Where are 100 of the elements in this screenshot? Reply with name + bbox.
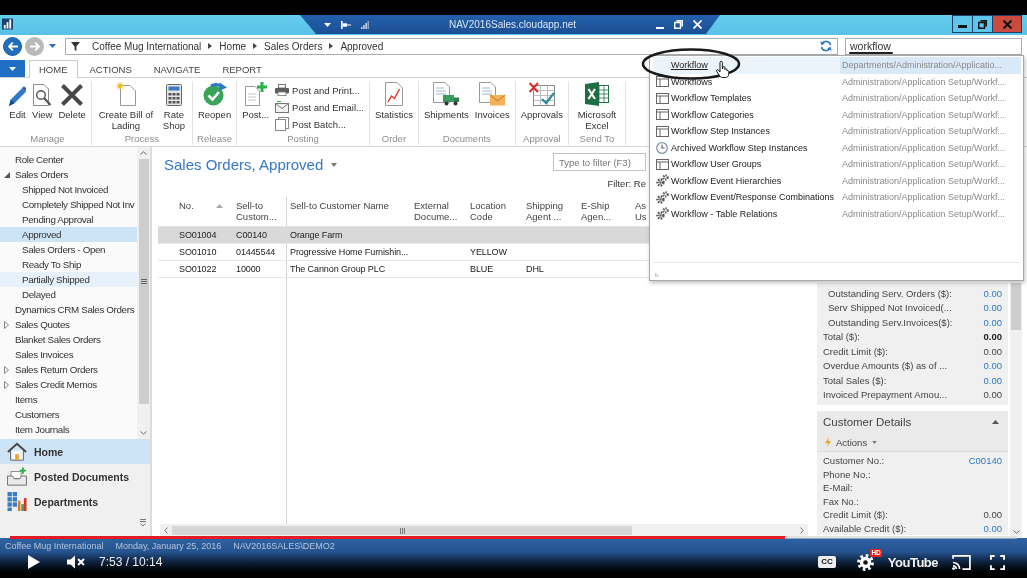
nav-tree-item[interactable]: Sales Invoices bbox=[0, 347, 137, 362]
caret-left-icon[interactable] bbox=[164, 527, 168, 534]
column-header[interactable]: Sell-to Custom... bbox=[232, 197, 286, 226]
search-result-link[interactable]: Workflow Categories bbox=[671, 109, 840, 120]
field-value[interactable]: 0.00 bbox=[983, 287, 1002, 299]
field-value[interactable]: 0.00 bbox=[983, 316, 1002, 328]
resize-grip-icon[interactable] bbox=[655, 271, 661, 277]
search-result-link[interactable]: Workflow - Table Relations bbox=[671, 208, 840, 219]
actions-button[interactable]: Actions bbox=[825, 436, 878, 448]
nav-tree-item[interactable]: Sales Return Orders bbox=[0, 362, 137, 377]
search-result-item[interactable]: Workflow Departments/Administration/Applicatio... bbox=[653, 57, 1021, 74]
pushpin-icon[interactable] bbox=[341, 20, 351, 29]
search-result-item[interactable]: Workflows Administration/Application Setup/Workf... bbox=[653, 73, 1021, 90]
ribbon-button[interactable]: Invoices bbox=[471, 81, 513, 120]
breadcrumb-link[interactable]: Coffee Mug International bbox=[92, 40, 202, 52]
address-field[interactable]: Coffee Mug International Home Sales Orders Approved bbox=[65, 37, 838, 55]
column-header[interactable]: No. bbox=[175, 197, 232, 226]
ribbon-button[interactable]: Post and Email... bbox=[275, 99, 364, 115]
nav-tree-item[interactable]: Sales Credit Memos bbox=[0, 377, 137, 392]
ribbon-button[interactable]: Approvals bbox=[517, 81, 566, 120]
nav-tree-item[interactable]: Delayed bbox=[0, 287, 137, 302]
ribbon-button[interactable]: Statistics bbox=[371, 81, 416, 120]
minimize-button[interactable] bbox=[952, 15, 973, 33]
vertical-scrollbar[interactable] bbox=[137, 147, 150, 439]
field-value[interactable]: 0.00 bbox=[983, 522, 1002, 534]
scrollbar-thumb[interactable] bbox=[1011, 283, 1021, 330]
close-button[interactable] bbox=[992, 15, 1022, 33]
search-result-link[interactable]: Workflow User Groups bbox=[671, 159, 840, 170]
scrollbar-thumb[interactable] bbox=[172, 526, 632, 535]
nav-tree-item[interactable]: Partially Shipped bbox=[0, 272, 137, 287]
nav-tree-item[interactable]: Sales Orders - Open bbox=[0, 242, 137, 257]
column-header[interactable]: E-Ship Agen... bbox=[577, 197, 632, 226]
caret-right-icon[interactable] bbox=[253, 43, 258, 49]
search-result-link[interactable]: Archived Workflow Step Instances bbox=[671, 142, 840, 153]
ribbon-button[interactable]: Rate Shop bbox=[157, 81, 190, 131]
nav-tree-item[interactable]: Shipped Not Invoiced bbox=[0, 182, 137, 197]
ribbon-button[interactable]: Reopen bbox=[194, 81, 235, 120]
progress-track[interactable] bbox=[10, 536, 1017, 539]
chevron-down-icon[interactable] bbox=[140, 519, 146, 527]
search-result-item[interactable]: Workflow Categories Administration/Application Setup/Workf... bbox=[653, 106, 1021, 123]
nav-tree-item[interactable]: Blanket Sales Orders bbox=[0, 332, 137, 347]
ribbon-tab[interactable]: ACTIONS bbox=[79, 60, 142, 77]
restore-button[interactable] bbox=[972, 15, 993, 33]
ribbon-button[interactable]: Shipments bbox=[420, 81, 472, 120]
search-result-link[interactable]: Workflow Event Hierarchies bbox=[671, 175, 840, 186]
filter-field[interactable]: Type to filter (F3) bbox=[553, 153, 646, 171]
search-result-link[interactable]: Workflow Templates bbox=[671, 93, 840, 104]
search-result-link[interactable]: Workflow bbox=[671, 60, 840, 71]
nav-tree-item[interactable]: Items bbox=[0, 392, 137, 407]
vertical-scrollbar[interactable] bbox=[1010, 283, 1022, 538]
ribbon-button[interactable]: Post... bbox=[239, 81, 273, 120]
captions-button[interactable]: CC bbox=[818, 556, 836, 568]
ribbon-button[interactable]: Delete bbox=[55, 81, 89, 120]
search-result-item[interactable]: Workflow Step Instances Administration/Application Setup/Workf... bbox=[653, 123, 1021, 140]
nav-tree-item[interactable]: Pending Approval bbox=[0, 212, 137, 227]
search-result-link[interactable]: Workflow Step Instances bbox=[671, 126, 840, 137]
caret-up-icon[interactable] bbox=[140, 151, 147, 155]
nav-tree-item[interactable]: Sales Quotes bbox=[0, 317, 137, 332]
ribbon-button[interactable]: View bbox=[29, 81, 56, 120]
gear-icon[interactable] bbox=[856, 553, 874, 571]
ribbon-button[interactable]: Post Batch... bbox=[275, 116, 364, 132]
search-result-item[interactable]: Workflow User Groups Administration/Application Setup/Workf... bbox=[653, 156, 1021, 173]
search-result-item[interactable]: Archived Workflow Step Instances Administration/Application Setup/Workf... bbox=[653, 139, 1021, 156]
caret-down-icon[interactable] bbox=[324, 22, 331, 27]
caret-down-icon[interactable] bbox=[1012, 530, 1020, 534]
refresh-icon[interactable] bbox=[820, 40, 832, 52]
caret-down-icon[interactable] bbox=[331, 162, 338, 167]
ribbon-tab[interactable]: NAVIGATE bbox=[143, 60, 211, 77]
nav-tree-item[interactable]: Approved bbox=[0, 227, 137, 242]
nav-tree-item[interactable]: Sales Orders bbox=[0, 167, 137, 182]
field-value[interactable]: 0.00 bbox=[983, 374, 1002, 386]
breadcrumb-link[interactable]: Approved bbox=[340, 40, 384, 52]
caret-right-icon[interactable] bbox=[329, 43, 334, 49]
ribbon-button[interactable]: Edit bbox=[6, 81, 29, 120]
column-header[interactable]: Shipping Agent ... bbox=[522, 197, 577, 226]
column-header[interactable]: Location Code bbox=[466, 197, 522, 226]
cast-icon[interactable] bbox=[952, 554, 971, 570]
caret-down-icon[interactable] bbox=[4, 171, 10, 178]
search-result-item[interactable]: Workflow Templates Administration/Application Setup/Workf... bbox=[653, 90, 1021, 107]
nav-tree-item[interactable]: Role Center bbox=[0, 152, 137, 167]
caret-down-icon[interactable] bbox=[49, 44, 56, 48]
column-header[interactable]: Sell-to Customer Name bbox=[286, 197, 410, 226]
nav-tree-item[interactable]: Item Journals bbox=[0, 422, 137, 437]
search-result-link[interactable]: Workflow Event/Response Combinations bbox=[671, 192, 840, 203]
ribbon-tab[interactable]: HOME bbox=[29, 60, 78, 78]
minimize-icon[interactable] bbox=[656, 26, 664, 29]
field-value[interactable]: C00140 bbox=[968, 455, 1002, 467]
nav-tree-item[interactable]: Completely Shipped Not Inv bbox=[0, 197, 137, 212]
search-field[interactable]: workflow bbox=[845, 37, 1022, 55]
logo[interactable]: YouTube bbox=[887, 554, 938, 570]
column-header[interactable]: External Docume... bbox=[410, 197, 466, 226]
scrollbar-thumb[interactable] bbox=[138, 159, 149, 404]
breadcrumb-link[interactable]: Home bbox=[219, 40, 247, 52]
field-value[interactable]: 0.00 bbox=[983, 302, 1002, 314]
search-result-item[interactable]: Workflow Event Hierarchies Administration/Application Setup/Workf... bbox=[653, 172, 1021, 189]
nav-pane-button[interactable]: Home bbox=[0, 439, 150, 464]
close-icon[interactable] bbox=[693, 20, 702, 29]
nav-tree-item[interactable]: Customers bbox=[0, 407, 137, 422]
caret-down-icon[interactable] bbox=[140, 431, 147, 435]
fullscreen-icon[interactable] bbox=[990, 554, 1005, 570]
